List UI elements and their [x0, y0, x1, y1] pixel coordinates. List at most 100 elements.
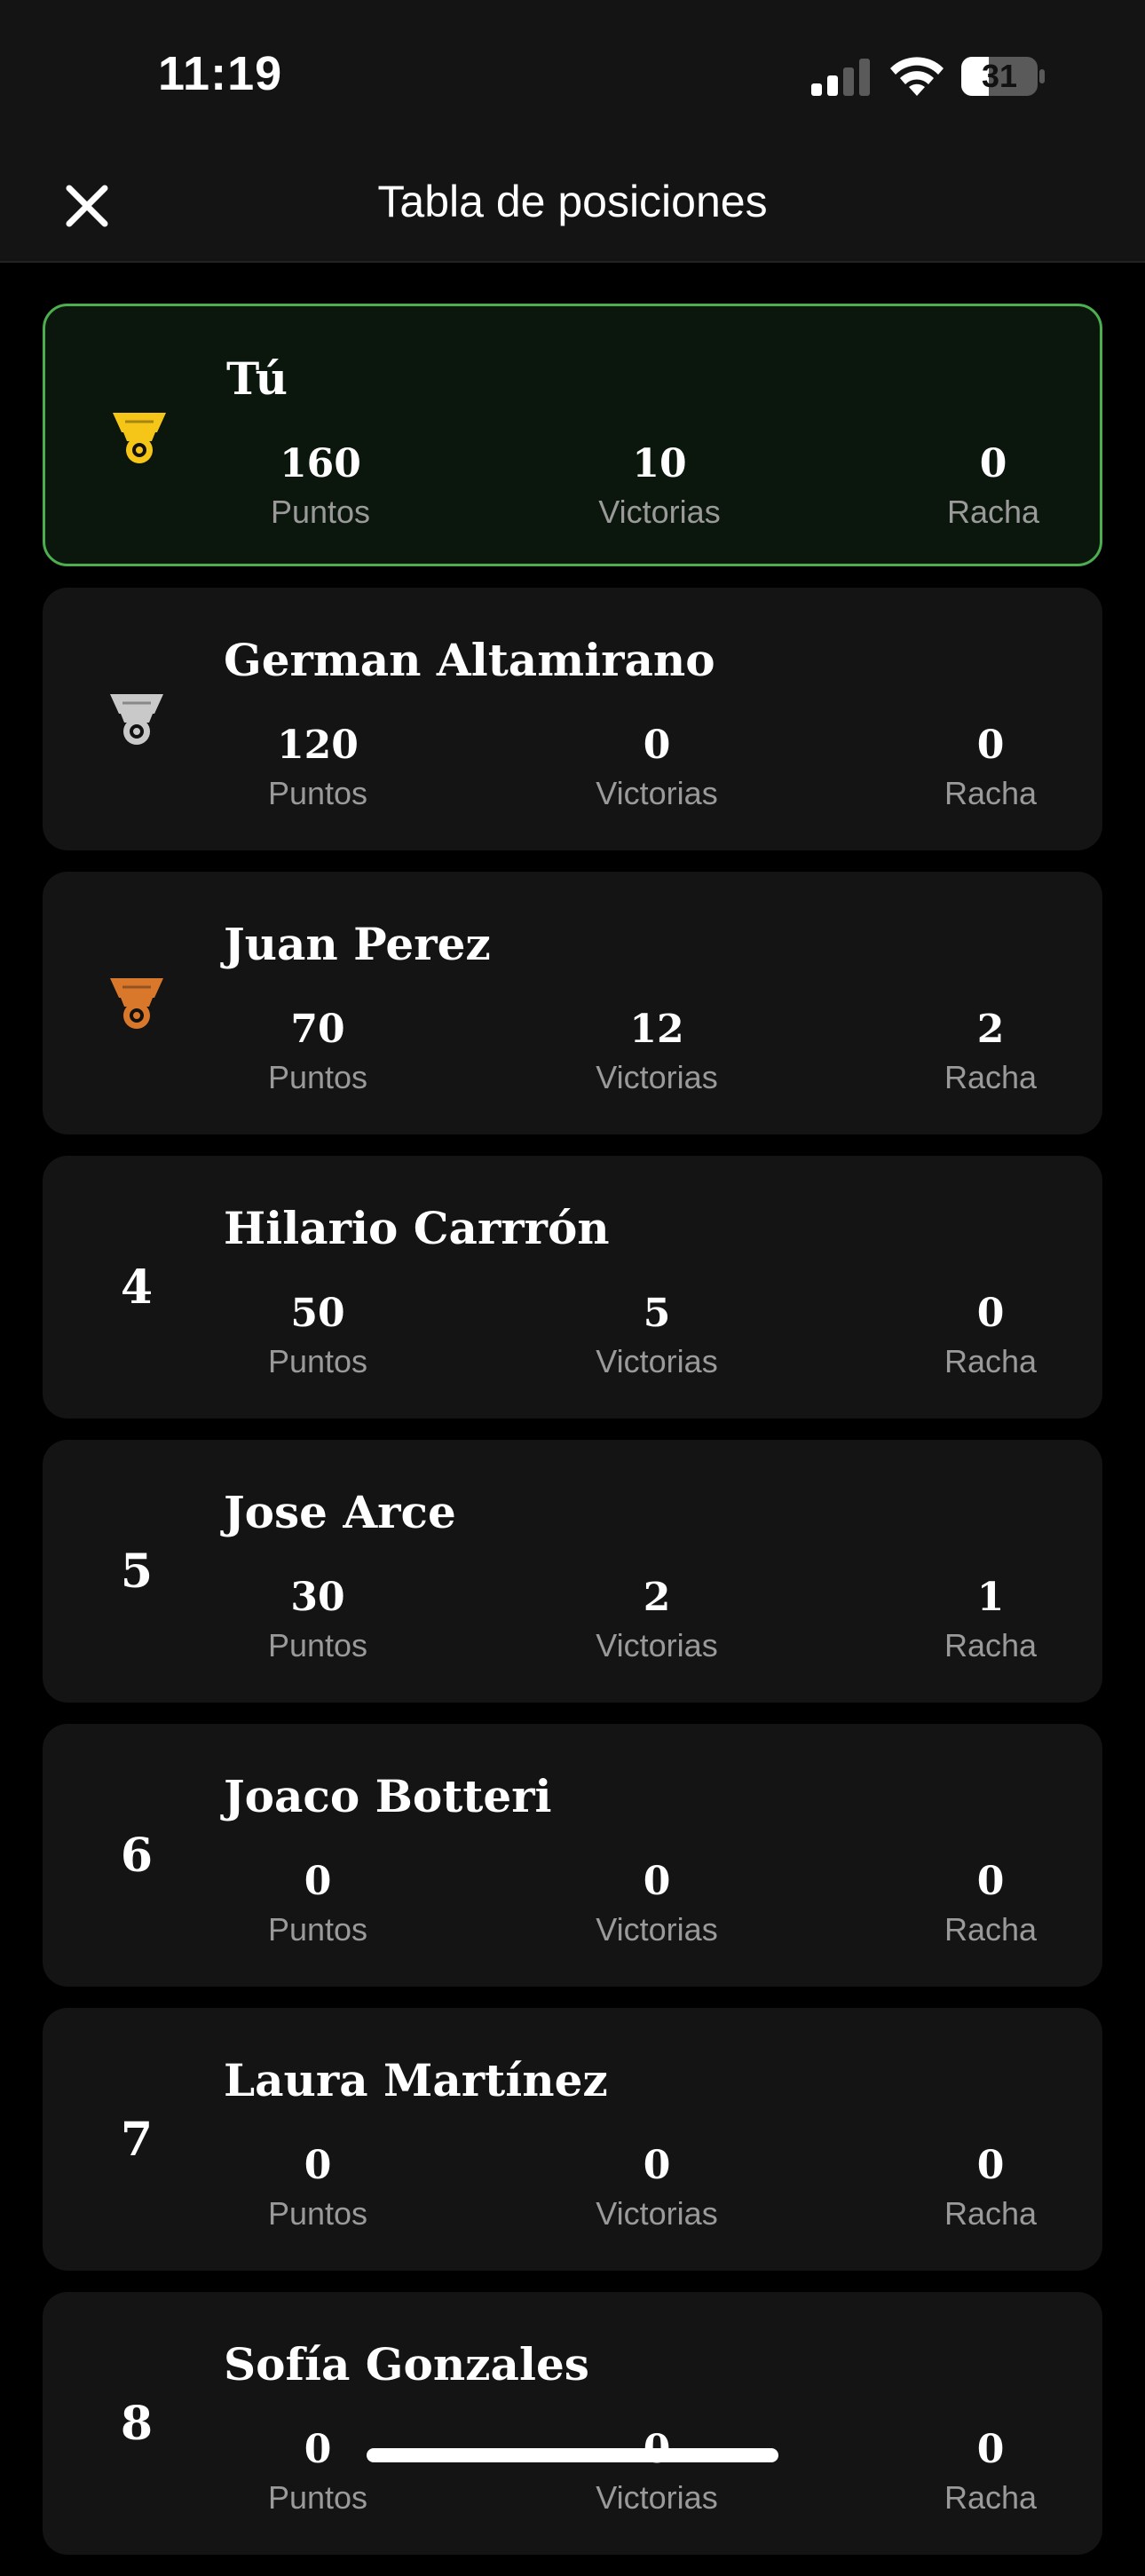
rank-cell: 7 — [99, 2008, 174, 2271]
leaderboard-row[interactable]: 5 Jose Arce 30 Puntos 2 Victorias 1 Racha — [43, 1440, 1102, 1703]
stat-streak-label: Racha — [944, 1343, 1038, 1379]
rank-cell — [99, 872, 174, 1134]
leaderboard-row[interactable]: Tú 160 Puntos 10 Victorias 0 Racha — [43, 304, 1102, 566]
stat-points: 0 Puntos — [211, 2425, 424, 2521]
stat-wins: 10 Victorias — [553, 439, 766, 535]
player-name: Laura Martínez — [224, 2054, 608, 2106]
stat-streak-label: Racha — [944, 1911, 1038, 1948]
stat-points: 0 Puntos — [211, 1857, 424, 1953]
leaderboard-row[interactable]: German Altamirano 120 Puntos 0 Victorias 0 Rac… — [43, 588, 1102, 850]
stat-wins-label: Victorias — [596, 1343, 718, 1379]
home-indicator[interactable] — [367, 2448, 778, 2462]
stat-wins-value: 0 — [643, 723, 671, 768]
wifi-icon — [890, 57, 944, 96]
stat-streak-label: Racha — [944, 1627, 1038, 1663]
stat-streak-label: Racha — [946, 494, 1040, 530]
stat-streak: 0 Racha — [884, 721, 1097, 817]
stat-points-value: 30 — [290, 1575, 345, 1620]
player-name: Sofía Gonzales — [224, 2338, 589, 2390]
stat-wins: 2 Victorias — [550, 1573, 763, 1669]
silver-medal-icon — [110, 694, 163, 745]
rank-number: 5 — [120, 1544, 154, 1599]
rank-number: 6 — [120, 1828, 154, 1883]
stat-streak-label: Racha — [944, 2195, 1038, 2232]
stat-points: 160 Puntos — [214, 439, 427, 535]
stat-points-label: Puntos — [267, 2195, 368, 2232]
stat-streak-label: Racha — [944, 775, 1038, 811]
stat-streak-value: 0 — [976, 1291, 1005, 1336]
rank-cell: 5 — [99, 1440, 174, 1703]
stat-points: 70 Puntos — [211, 1005, 424, 1101]
stat-points-value: 120 — [277, 723, 359, 768]
rank-cell: 4 — [99, 1156, 174, 1418]
player-name: Jose Arce — [224, 1486, 456, 1538]
signal-icon — [811, 59, 870, 96]
stat-wins-label: Victorias — [596, 1911, 718, 1948]
stat-streak: 0 Racha — [887, 439, 1100, 535]
stat-wins-value: 0 — [643, 2143, 671, 2188]
player-name: Tú — [226, 352, 288, 405]
stat-wins: 5 Victorias — [550, 1289, 763, 1385]
stat-points-value: 50 — [290, 1291, 345, 1336]
player-name: German Altamirano — [224, 634, 715, 686]
stat-wins: 12 Victorias — [550, 1005, 763, 1101]
stat-streak-value: 0 — [979, 441, 1007, 486]
status-time: 11:19 — [158, 47, 283, 100]
stat-wins: 0Victorias — [550, 2425, 763, 2521]
stat-points-value: 0 — [304, 1859, 332, 1904]
leaderboard-row[interactable]: 8 Sofía Gonzales 0Puntos 0Victorias 0Racha — [43, 2292, 1102, 2555]
leaderboard-row[interactable]: 4 Hilario Carrrón 50 Puntos 5 Victorias 0 Racha — [43, 1156, 1102, 1418]
stat-points: 120 Puntos — [211, 721, 424, 817]
stat-points-value: 70 — [290, 1007, 345, 1052]
stat-points-label: Puntos — [267, 775, 368, 811]
stat-streak-label: Racha — [944, 1059, 1038, 1095]
rank-cell: 8 — [99, 2292, 174, 2555]
stat-streak: 1 Racha — [884, 1573, 1097, 1669]
stat-streak: 0 Racha — [884, 1857, 1097, 1953]
leaderboard-list: Tú 160 Puntos 10 Victorias 0 Racha German Altam… — [43, 304, 1102, 2576]
stat-points-label: Puntos — [267, 1059, 368, 1095]
battery-level: 31 — [981, 58, 1018, 94]
stat-points: 50 Puntos — [211, 1289, 424, 1385]
stat-wins-label: Victorias — [596, 1059, 718, 1095]
player-name: Juan Perez — [224, 918, 491, 970]
stat-wins-label: Victorias — [596, 2195, 718, 2232]
rank-number: 8 — [120, 2396, 154, 2451]
stat-streak-value: 0 — [976, 1859, 1005, 1904]
stat-wins-label: Victorias — [596, 1627, 718, 1663]
stat-wins-value: 2 — [643, 1575, 671, 1620]
stat-streak-value: 0 — [976, 2427, 1005, 2472]
bronze-medal-icon — [110, 978, 163, 1029]
stat-wins-value: 10 — [632, 441, 687, 486]
stat-streak-value: 0 — [976, 723, 1005, 768]
stat-streak-value: 1 — [976, 1575, 1005, 1620]
player-name: Hilario Carrrón — [224, 1202, 610, 1254]
stat-wins-value: 0 — [643, 1859, 671, 1904]
leaderboard-row[interactable]: Juan Perez 70 Puntos 12 Victorias 2 Racha — [43, 872, 1102, 1134]
stat-wins: 0 Victorias — [550, 2141, 763, 2237]
stat-points-label: Puntos — [267, 1627, 368, 1663]
leaderboard-row[interactable]: 6 Joaco Botteri 0 Puntos 0 Victorias 0 Racha — [43, 1724, 1102, 1987]
stat-wins: 0Victorias — [550, 721, 763, 817]
rank-cell — [102, 306, 177, 569]
stat-streak-value: 0 — [976, 2143, 1005, 2188]
stat-streak-value: 2 — [976, 1007, 1005, 1052]
leaderboard-row[interactable]: 7 Laura Martínez 0 Puntos 0 Victorias 0 Racha — [43, 2008, 1102, 2271]
status-bar: 11:19 31 — [0, 0, 1145, 151]
gold-medal-icon — [113, 413, 166, 463]
stat-wins-label: Victorias — [598, 494, 721, 530]
page-title: Tabla de posiciones — [377, 177, 768, 226]
stat-wins: 0 Victorias — [550, 1857, 763, 1953]
stat-points-label: Puntos — [270, 494, 371, 530]
stat-streak: 2 Racha — [884, 1005, 1097, 1101]
stat-points: 0 Puntos — [211, 2141, 424, 2237]
stat-streak: 0 Racha — [884, 2141, 1097, 2237]
header: Tabla de posiciones — [0, 151, 1145, 263]
stat-wins-value: 5 — [643, 1291, 671, 1336]
rank-number: 7 — [120, 2112, 154, 2167]
stat-wins-value: 12 — [629, 1007, 684, 1052]
stat-points-label: Puntos — [267, 1911, 368, 1948]
player-name: Joaco Botteri — [224, 1770, 552, 1822]
stat-points-value: 0 — [304, 2143, 332, 2188]
stat-points: 30 Puntos — [211, 1573, 424, 1669]
